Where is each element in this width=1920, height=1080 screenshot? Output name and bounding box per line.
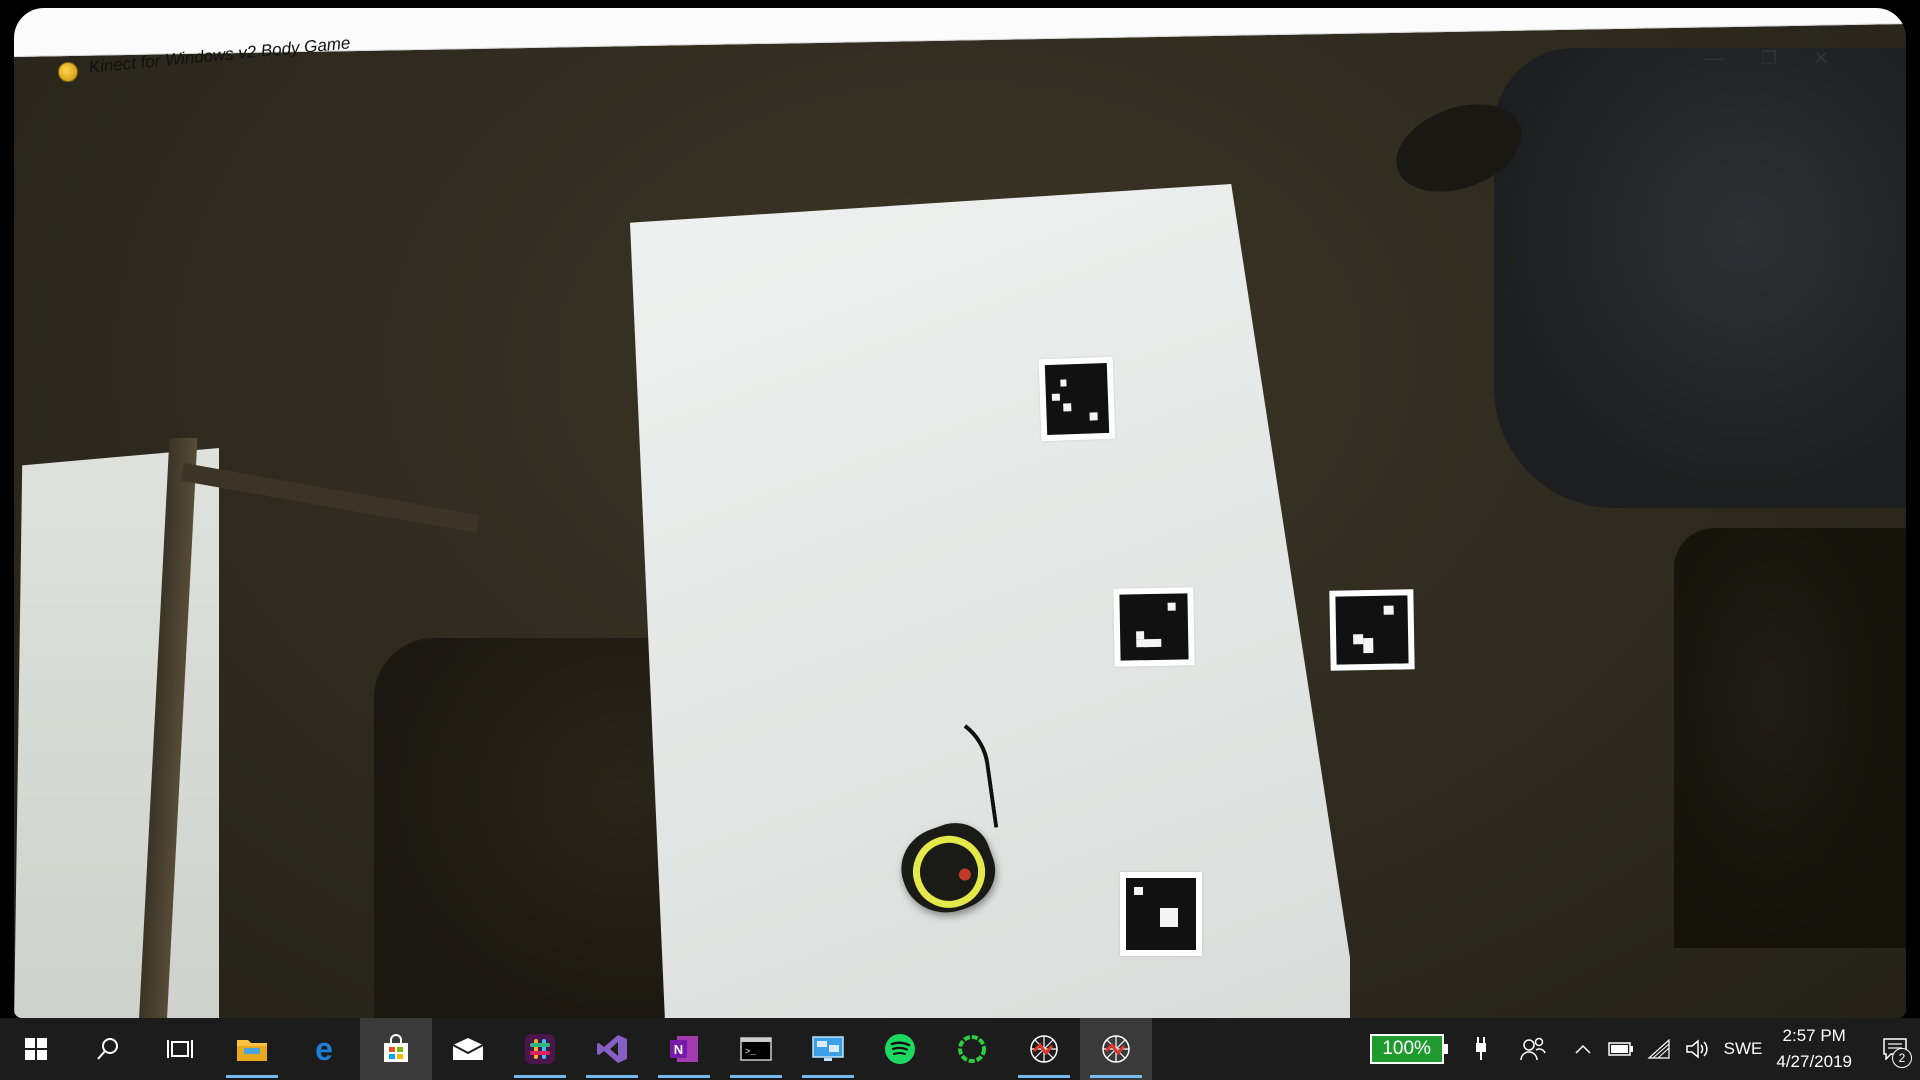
visual-studio-icon <box>597 1035 627 1063</box>
left-table-rail <box>180 463 480 533</box>
remote-desktop-button[interactable] <box>792 1018 864 1080</box>
green-ring-app-button[interactable] <box>936 1018 1008 1080</box>
screen: Kinect for Windows v2 Body Game — ❐ ✕ e … <box>0 0 1920 1080</box>
kinect-body-game-window <box>14 8 1906 1018</box>
kinect-app-button-1[interactable] <box>1008 1018 1080 1080</box>
onenote-icon: N <box>670 1036 698 1062</box>
aruco-marker-1 <box>1038 356 1116 442</box>
power-plug-icon[interactable] <box>1462 1029 1500 1069</box>
mail-button[interactable] <box>432 1018 504 1080</box>
onenote-button[interactable]: N <box>648 1018 720 1080</box>
camera-feed <box>14 8 1906 1018</box>
edge-icon: e <box>315 1034 333 1064</box>
slack-icon <box>525 1034 555 1064</box>
main-table <box>630 184 1350 1018</box>
folder-icon <box>237 1040 267 1061</box>
visual-studio-button[interactable] <box>576 1018 648 1080</box>
edge-button[interactable]: e <box>288 1018 360 1080</box>
terminal-button[interactable]: >_ <box>720 1018 792 1080</box>
search-button[interactable] <box>72 1018 144 1080</box>
notification-count: 2 <box>1892 1048 1912 1068</box>
people-icon[interactable] <box>1514 1029 1552 1069</box>
battery-tray-icon[interactable] <box>1602 1029 1640 1069</box>
volume-icon[interactable] <box>1678 1029 1716 1069</box>
task-view-button[interactable] <box>144 1018 216 1080</box>
aruco-marker-2 <box>1113 587 1195 667</box>
kinect-web-icon <box>1030 1035 1058 1063</box>
clock[interactable]: 2:57 PM 4/27/2019 <box>1776 1023 1852 1075</box>
aruco-marker-4 <box>1120 872 1202 956</box>
kinect-app-icon[interactable] <box>58 62 78 82</box>
slack-button[interactable] <box>504 1018 576 1080</box>
svg-text:>_: >_ <box>745 1047 756 1057</box>
terminal-icon: >_ <box>740 1037 772 1061</box>
chevron-up-icon[interactable] <box>1564 1029 1602 1069</box>
taskbar: e N >_ 100% SWE 2:57 PM 4/27/2019 2 <box>0 1018 1920 1080</box>
restore-button[interactable]: ❐ <box>1748 44 1790 72</box>
aruco-marker-3 <box>1329 589 1415 671</box>
minimize-icon: — <box>1705 47 1723 68</box>
kinect-app-button-2[interactable] <box>1080 1018 1152 1080</box>
windows-logo-icon <box>25 1038 47 1060</box>
task-view-icon <box>167 1040 193 1058</box>
store-button[interactable] <box>360 1018 432 1080</box>
search-icon <box>97 1038 118 1060</box>
file-explorer-button[interactable] <box>216 1018 288 1080</box>
mail-icon <box>452 1038 484 1060</box>
battery-indicator[interactable]: 100% <box>1369 1034 1448 1064</box>
clock-time: 2:57 PM <box>1782 1026 1846 1045</box>
kinect-web-icon <box>1102 1035 1130 1063</box>
remote-desktop-icon <box>812 1036 844 1061</box>
close-button[interactable]: ✕ <box>1800 44 1842 72</box>
battery-percent: 100% <box>1369 1034 1444 1064</box>
right-chair <box>1674 528 1906 948</box>
spotify-icon <box>885 1034 915 1064</box>
system-tray: 100% SWE 2:57 PM 4/27/2019 2 <box>1369 1018 1920 1080</box>
close-icon: ✕ <box>1813 47 1829 68</box>
start-button[interactable] <box>0 1018 72 1080</box>
minimize-button[interactable]: — <box>1693 44 1735 72</box>
spotify-button[interactable] <box>864 1018 936 1080</box>
restore-icon: ❐ <box>1760 47 1778 68</box>
battery-nub <box>1443 1044 1448 1054</box>
person-legs <box>1494 48 1906 508</box>
svg-text:e: e <box>315 1034 333 1064</box>
input-language[interactable]: SWE <box>1724 1039 1763 1059</box>
clock-date: 4/27/2019 <box>1776 1052 1852 1071</box>
store-icon <box>384 1034 408 1062</box>
action-center-button[interactable]: 2 <box>1870 1018 1920 1080</box>
svg-text:N: N <box>674 1042 683 1057</box>
green-ring-icon <box>958 1035 986 1063</box>
wifi-icon[interactable] <box>1640 1029 1678 1069</box>
